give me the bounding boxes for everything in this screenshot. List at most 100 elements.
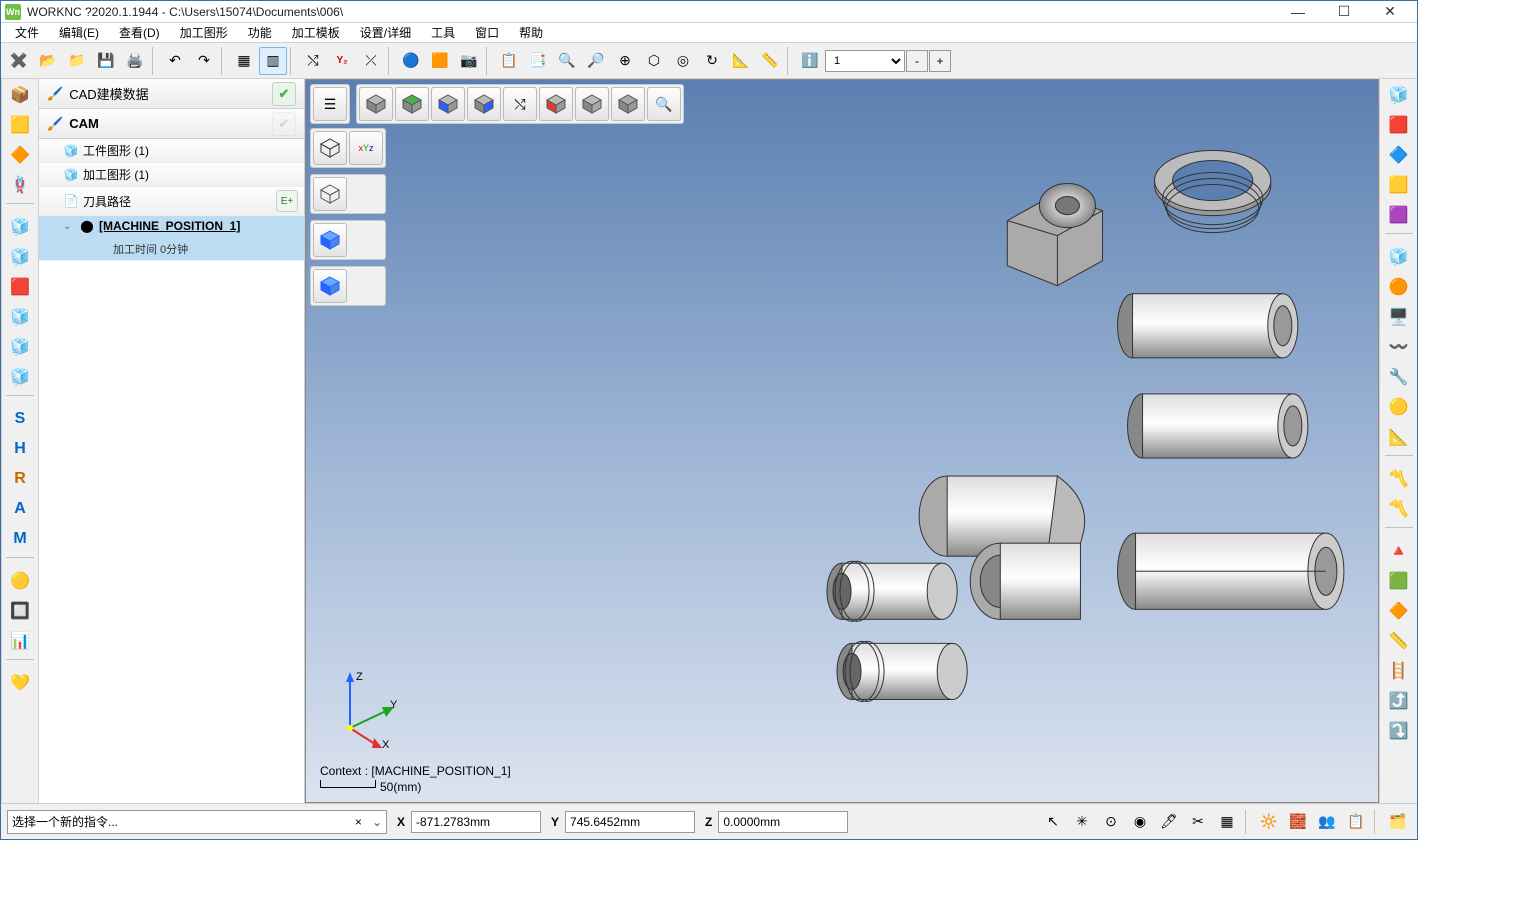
- snap-grid-button[interactable]: ▦: [1214, 809, 1240, 835]
- save-button[interactable]: 💾: [92, 47, 120, 75]
- redo-button[interactable]: ↷: [190, 47, 218, 75]
- right-tool-13[interactable]: 〽️: [1384, 465, 1414, 493]
- vis-1-button[interactable]: 🔆: [1256, 809, 1282, 835]
- right-tool-4[interactable]: 🟨: [1384, 171, 1414, 199]
- cam-header[interactable]: 🖌️ CAM ✔: [39, 109, 304, 139]
- command-prompt-combo[interactable]: 选择一个新的指令... × ⌄: [7, 810, 387, 834]
- csys-button[interactable]: ⤫: [357, 47, 385, 75]
- right-tool-5[interactable]: 🟪: [1384, 201, 1414, 229]
- right-tool-2[interactable]: 🟥: [1384, 111, 1414, 139]
- measure-4-button[interactable]: ⬡: [640, 47, 668, 75]
- menu-machining-shape[interactable]: 加工图形: [174, 24, 234, 41]
- menu-view[interactable]: 查看(D): [113, 24, 166, 41]
- cam-check-icon[interactable]: ✔: [272, 112, 296, 136]
- list-button[interactable]: 📋: [495, 47, 523, 75]
- snap-center-button[interactable]: ◉: [1127, 809, 1153, 835]
- left-tool-4[interactable]: 🪢: [5, 171, 35, 199]
- right-tool-8[interactable]: 🖥️: [1384, 303, 1414, 331]
- left-tool-12[interactable]: 🔲: [5, 597, 35, 625]
- right-tool-1[interactable]: 🧊: [1384, 81, 1414, 109]
- menu-tools[interactable]: 工具: [425, 24, 461, 41]
- cad-header[interactable]: 🖌️ CAD建模数据 ✔: [39, 79, 304, 109]
- right-tool-21[interactable]: ⤵️: [1384, 717, 1414, 745]
- left-tool-6[interactable]: 🧊: [5, 243, 35, 271]
- right-tool-12[interactable]: 📐: [1384, 423, 1414, 451]
- measure-2-button[interactable]: 🔎: [582, 47, 610, 75]
- menu-window[interactable]: 窗口: [469, 24, 505, 41]
- left-tool-3[interactable]: 🔶: [5, 141, 35, 169]
- left-tool-2[interactable]: 🟨: [5, 111, 35, 139]
- minimize-button[interactable]: —: [1275, 1, 1321, 23]
- left-tool-1[interactable]: 📦: [5, 81, 35, 109]
- left-tool-10[interactable]: 🧊: [5, 363, 35, 391]
- left-tool-14[interactable]: 💛: [5, 669, 35, 697]
- panel-button[interactable]: ▥: [259, 47, 287, 75]
- measure-7-button[interactable]: 📐: [727, 47, 755, 75]
- menu-help[interactable]: 帮助: [513, 24, 549, 41]
- wireframe-button[interactable]: [313, 131, 347, 165]
- solid-cube-button[interactable]: [313, 269, 347, 303]
- right-tool-15[interactable]: 🔺: [1384, 537, 1414, 565]
- cad-check-icon[interactable]: ✔: [272, 82, 296, 106]
- z-coord-input[interactable]: [718, 811, 848, 833]
- view-back-button[interactable]: [575, 87, 609, 121]
- info-button[interactable]: ℹ️: [796, 47, 824, 75]
- left-tool-8[interactable]: 🧊: [5, 303, 35, 331]
- left-tool-13[interactable]: 📊: [5, 627, 35, 655]
- viewport-3d[interactable]: ☰ ⤭ 🔍: [305, 79, 1379, 803]
- right-tool-19[interactable]: 🪜: [1384, 657, 1414, 685]
- view-right-button[interactable]: [467, 87, 501, 121]
- right-tool-9[interactable]: 〰️: [1384, 333, 1414, 361]
- left-tool-11[interactable]: 🟡: [5, 567, 35, 595]
- left-tool-s[interactable]: S: [5, 405, 35, 433]
- view-left-button[interactable]: [539, 87, 573, 121]
- axis-y-button[interactable]: Y₂: [328, 47, 356, 75]
- measure-3-button[interactable]: ⊕: [611, 47, 639, 75]
- left-tool-7[interactable]: 🟥: [5, 273, 35, 301]
- tree-item-toolpath[interactable]: 📄 刀具路径 E+: [39, 187, 304, 216]
- grid-button[interactable]: ▦: [230, 47, 258, 75]
- right-tool-18[interactable]: 📏: [1384, 627, 1414, 655]
- axis-button[interactable]: ⤭: [299, 47, 327, 75]
- measure-8-button[interactable]: 📏: [756, 47, 784, 75]
- measure-6-button[interactable]: ↻: [698, 47, 726, 75]
- snap-intersect-button[interactable]: ✂: [1185, 809, 1211, 835]
- wire-cube-button[interactable]: [313, 177, 347, 211]
- menu-edit[interactable]: 编辑(E): [53, 24, 105, 41]
- vis-4-button[interactable]: 📋: [1343, 809, 1369, 835]
- right-tool-17[interactable]: 🔶: [1384, 597, 1414, 625]
- snap-line-button[interactable]: 🖊: [1156, 809, 1182, 835]
- xyz-label-button[interactable]: xYz: [349, 131, 383, 165]
- shaded-cube-button[interactable]: [313, 223, 347, 257]
- sphere-button[interactable]: 🔵: [397, 47, 425, 75]
- right-tool-11[interactable]: 🟡: [1384, 393, 1414, 421]
- level-plus-button[interactable]: +: [929, 50, 951, 72]
- dropdown-icon[interactable]: ⌄: [372, 815, 382, 829]
- menu-icon[interactable]: ☰: [313, 87, 347, 121]
- vis-2-button[interactable]: 🧱: [1285, 809, 1311, 835]
- close-button[interactable]: ✕: [1367, 1, 1413, 23]
- tree-item-machining-shape[interactable]: 🧊 加工图形 (1): [39, 163, 304, 187]
- right-tool-6[interactable]: 🧊: [1384, 243, 1414, 271]
- measure-5-button[interactable]: ◎: [669, 47, 697, 75]
- right-tool-14[interactable]: 〽️: [1384, 495, 1414, 523]
- right-tool-20[interactable]: ⤴️: [1384, 687, 1414, 715]
- menu-template[interactable]: 加工模板: [286, 24, 346, 41]
- menu-function[interactable]: 功能: [242, 24, 278, 41]
- view-front-button[interactable]: [431, 87, 465, 121]
- zoom-fit-button[interactable]: 🔍: [647, 87, 681, 121]
- undo-button[interactable]: ↶: [161, 47, 189, 75]
- clear-prompt-icon[interactable]: ×: [355, 815, 362, 829]
- left-tool-r[interactable]: R: [5, 465, 35, 493]
- left-tool-5[interactable]: 🧊: [5, 213, 35, 241]
- expander-icon[interactable]: ⌄: [63, 221, 75, 232]
- tree-item-workpiece[interactable]: 🧊 工件图形 (1): [39, 139, 304, 163]
- toolpath-add-button[interactable]: E+: [276, 190, 298, 212]
- print-button[interactable]: 🖨️: [121, 47, 149, 75]
- left-tool-m[interactable]: M: [5, 525, 35, 553]
- right-tool-7[interactable]: 🟠: [1384, 273, 1414, 301]
- level-combo[interactable]: 1: [825, 50, 905, 72]
- view-bottom-button[interactable]: [611, 87, 645, 121]
- snap-endpoint-button[interactable]: ✳: [1069, 809, 1095, 835]
- vis-3-button[interactable]: 👥: [1314, 809, 1340, 835]
